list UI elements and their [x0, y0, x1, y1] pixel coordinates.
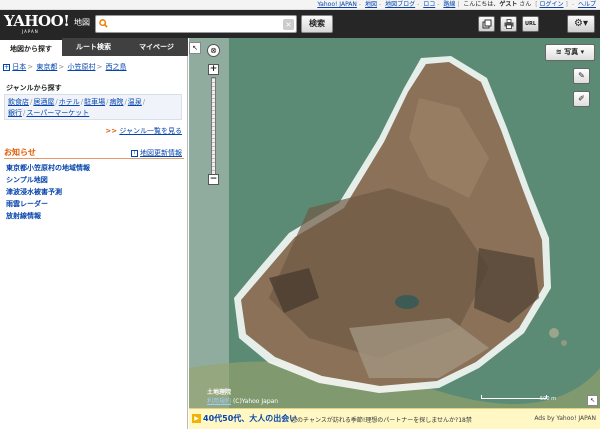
minus-icon: −	[209, 174, 218, 184]
map-update-info: i 地図更新情報	[130, 148, 182, 158]
url-button[interactable]: URL	[522, 16, 539, 32]
list-item: 雨雲レーダー	[6, 198, 90, 210]
breadcrumb-item[interactable]: 西之島	[106, 63, 127, 71]
genre-link[interactable]: 病院	[109, 98, 123, 106]
genre-link[interactable]: 銀行	[8, 109, 22, 117]
notice-link[interactable]: シンプル地図	[6, 176, 48, 184]
list-item: 津波浸水被害予測	[6, 186, 90, 198]
plus-icon: +	[209, 64, 218, 74]
collapse-sidebar-button[interactable]: ↖	[189, 42, 201, 54]
print-button[interactable]	[500, 16, 517, 32]
scale-label: 500 m	[540, 396, 557, 402]
notice-title: お知らせ	[4, 148, 36, 157]
yahoo-logo-sub: JAPAN	[22, 29, 39, 34]
breadcrumb-item[interactable]: 小笠原村	[67, 63, 95, 71]
breadcrumb: + 日本> 東京都> 小笠原村> 西之島	[3, 63, 127, 71]
measure-tool-button[interactable]: ✎	[573, 68, 590, 84]
notice-divider	[4, 158, 184, 159]
aerial-photo	[189, 38, 600, 429]
ruler-icon: ✎	[578, 71, 585, 80]
link-map[interactable]: 地図	[365, 1, 377, 8]
zoom-slider[interactable]	[211, 77, 216, 175]
genre-link[interactable]: 居酒屋	[33, 98, 54, 106]
top-link-bar: Yahoo! JAPAN - 地図 - 地図ブログ - ロコ - 路線 | こんにちは、ゲ…	[0, 0, 600, 10]
map-type-label: 写真	[564, 48, 579, 56]
sidebar: 地図から探す ルート検索 マイページ + 日本> 東京都> 小笠原村> 西之島 …	[0, 38, 188, 429]
genre-more: >> ジャンル一覧を見る	[105, 126, 182, 136]
notice-link[interactable]: 放射線情報	[6, 212, 41, 220]
help-link[interactable]: ヘルプ	[578, 1, 596, 8]
chevron-right-icon: >>	[105, 127, 118, 135]
draw-tool-button[interactable]: ✐	[573, 91, 590, 107]
expand-map-button[interactable]: ↖	[587, 395, 598, 406]
info-icon: i	[130, 149, 138, 157]
map-copyright: 利用規約 (C)Yahoo Japan	[207, 396, 278, 405]
compass-icon: ⊗	[210, 46, 217, 55]
gear-icon: ⚙▾	[574, 18, 588, 29]
arrow-icon: ↖	[192, 44, 198, 52]
copyright-text: (C)Yahoo Japan	[232, 398, 279, 405]
tab-search-map[interactable]: 地図から探す	[0, 38, 62, 56]
map-type-button[interactable]: ≋ 写真 ▾	[545, 44, 595, 61]
tab-my-page[interactable]: マイページ	[125, 38, 188, 56]
pan-control[interactable]: ⊗	[207, 44, 220, 57]
genre-link[interactable]: 駐車場	[84, 98, 105, 106]
breadcrumb-item[interactable]: 日本	[12, 63, 26, 71]
clear-search-button[interactable]: ×	[283, 19, 294, 30]
honorific-text: さん	[519, 1, 532, 8]
share-icon	[482, 19, 491, 29]
genre-title: ジャンルから探す	[6, 84, 62, 92]
search-icon	[99, 19, 108, 28]
header: YAHOO! JAPAN 地図 × 検索 URL ⚙▾	[0, 10, 600, 38]
terms-link[interactable]: 利用規約	[207, 398, 231, 405]
ad-attribution[interactable]: Ads by Yahoo! JAPAN	[534, 415, 596, 422]
genre-list-link[interactable]: ジャンル一覧を見る	[119, 127, 182, 135]
list-item: 東京都小笠原村の地域情報	[6, 162, 90, 174]
yahoo-logo[interactable]: YAHOO!	[4, 13, 70, 29]
notice-link[interactable]: 津波浸水被害予測	[6, 188, 62, 196]
sidebar-tabs: 地図から探す ルート検索 マイページ	[0, 38, 188, 56]
link-yahoo-japan[interactable]: Yahoo! JAPAN	[317, 1, 357, 8]
search-button[interactable]: 検索	[301, 15, 333, 33]
breadcrumb-item[interactable]: 東京都	[36, 63, 57, 71]
zoom-in-button[interactable]: +	[208, 64, 219, 75]
settings-button[interactable]: ⚙▾	[567, 15, 595, 33]
share-button[interactable]	[478, 16, 495, 32]
search-input[interactable]	[110, 18, 280, 30]
greeting-text: こんにちは、	[463, 1, 500, 8]
ad-title-link[interactable]: 40代50代、大人の出会い	[203, 413, 297, 424]
search-box: ×	[95, 15, 297, 33]
chevron-down-icon: ▾	[580, 48, 585, 56]
notice-link[interactable]: 東京都小笠原村の地域情報	[6, 164, 90, 172]
pencil-icon: ✐	[578, 94, 585, 103]
map-canvas[interactable]: ↖ ⊗ + − ≋ 写真 ▾ ✎ ✐ 土地理院 利用規約 (C)Yahoo Ja…	[189, 38, 600, 429]
guest-name: ゲスト	[499, 1, 518, 8]
genre-link[interactable]: 飲食店	[8, 98, 29, 106]
link-route[interactable]: 路線	[443, 1, 455, 8]
link-map-blog[interactable]: 地図ブログ	[385, 1, 415, 8]
scale-bar	[481, 395, 547, 399]
map-update-link[interactable]: 地図更新情報	[140, 149, 182, 157]
genre-box: 飲食店/居酒屋/ホテル/駐車場/病院/温泉/ 銀行/スーパーマーケット	[4, 94, 182, 120]
list-item: 放射線情報	[6, 210, 90, 222]
tab-route-search[interactable]: ルート検索	[62, 38, 125, 56]
genre-link[interactable]: 温泉	[128, 98, 142, 106]
notice-link[interactable]: 雨雲レーダー	[6, 200, 48, 208]
ad-bar: ▶ 40代50代、大人の出会い 恋のチャンスが訪れる季節!理想のパートナーを探し…	[189, 408, 600, 429]
link-loco[interactable]: ロコ	[423, 1, 435, 8]
zoom-out-button[interactable]: −	[208, 174, 219, 185]
genre-link[interactable]: スーパーマーケット	[26, 109, 89, 117]
plus-icon: +	[3, 63, 10, 71]
notice-list: 東京都小笠原村の地域情報 シンプル地図 津波浸水被害予測 雨雲レーダー 放射線情…	[6, 162, 90, 222]
ad-text: 恋のチャンスが訪れる季節!理想のパートナーを探しませんか?18禁	[291, 417, 472, 424]
service-name: 地図	[74, 18, 90, 27]
arrow-icon: ↖	[589, 397, 596, 404]
map-credit: 土地理院	[207, 389, 232, 396]
list-item: シンプル地図	[6, 174, 90, 186]
printer-icon	[504, 19, 513, 29]
layers-icon: ≋	[555, 48, 562, 56]
login-link[interactable]: ログイン	[540, 1, 564, 8]
ad-icon: ▶	[192, 414, 201, 423]
genre-link[interactable]: ホテル	[59, 98, 80, 106]
